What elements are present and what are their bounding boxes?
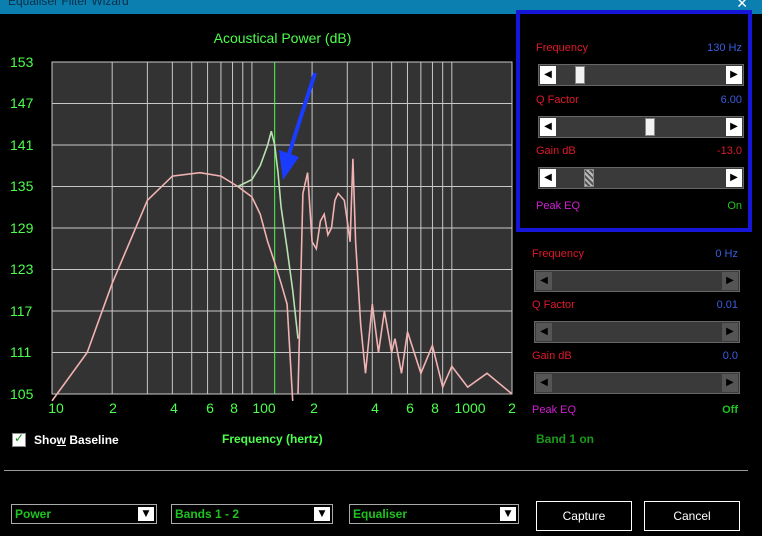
band1-frequency-value: 130 Hz: [707, 42, 742, 54]
band2-q-label: Q Factor: [532, 299, 575, 311]
x-tick: 6: [206, 400, 214, 416]
band1-q-value: 6.00: [720, 94, 742, 106]
x-tick: 8: [431, 400, 439, 416]
band1-frequency-slider[interactable]: ◀ ▶: [538, 64, 744, 86]
arrow-left-icon[interactable]: ◀: [540, 66, 556, 84]
band2-frequency-value: 0 Hz: [715, 248, 738, 260]
band2-gain-label: Gain dB: [532, 350, 572, 362]
filter-select[interactable]: Equaliser ▼: [349, 504, 519, 524]
cancel-button[interactable]: Cancel: [644, 501, 740, 531]
band2-q-value: 0.01: [716, 299, 738, 311]
band2-frequency-row: Frequency 0 Hz: [532, 248, 738, 262]
x-tick: 1000: [454, 400, 486, 416]
slider-thumb[interactable]: [583, 169, 594, 187]
band2-type-row: Peak EQ Off: [532, 404, 738, 418]
band1-gain-slider[interactable]: ◀ ▶: [538, 167, 744, 189]
band1-type-row: Peak EQ On: [536, 200, 742, 214]
band2-gain-value: 0.0: [722, 350, 738, 362]
arrow-right-icon[interactable]: ▶: [726, 66, 742, 84]
chevron-down-icon[interactable]: ▼: [314, 507, 330, 521]
x-tick: 2: [109, 400, 117, 416]
y-tick: 153: [10, 54, 34, 70]
arrow-right-icon[interactable]: ▶: [722, 272, 738, 290]
band1-type-label: Peak EQ: [536, 200, 581, 212]
band2-gain-row: Gain dB 0.0: [532, 350, 738, 364]
x-tick: 2: [508, 400, 516, 416]
y-tick: 141: [10, 137, 34, 153]
band1-frequency-label: Frequency: [536, 42, 588, 54]
divider: [4, 470, 748, 471]
x-axis-label: Frequency (hertz): [222, 432, 323, 446]
slider-thumb[interactable]: [645, 118, 656, 136]
filter-select-value: Equaliser: [353, 507, 408, 521]
window-title: Equaliser Filter Wizard: [8, 0, 129, 8]
x-tick: 10: [48, 400, 64, 416]
band-status: Band 1 on: [536, 432, 595, 446]
checkbox-checked-icon[interactable]: [12, 431, 26, 447]
arrow-right-icon[interactable]: ▶: [722, 323, 738, 341]
chevron-down-icon[interactable]: ▼: [138, 507, 154, 521]
band2-q-row: Q Factor 0.01: [532, 299, 738, 313]
capture-button[interactable]: Capture: [536, 501, 632, 531]
bands-select[interactable]: Bands 1 - 2 ▼: [171, 504, 333, 524]
band2-type-label: Peak EQ: [532, 404, 577, 416]
arrow-left-icon[interactable]: ◀: [536, 323, 552, 341]
band1-gain-label: Gain dB: [536, 145, 576, 157]
band1-q-row: Q Factor 6.00: [536, 94, 742, 108]
band1-frequency-row: Frequency 130 Hz: [536, 42, 742, 56]
band1-state[interactable]: On: [727, 200, 742, 212]
band2-gain-slider[interactable]: ◀ ▶: [534, 372, 740, 394]
chart: Acoustical Power (dB) 153 147 141 135 12…: [0, 14, 520, 446]
y-tick: 111: [10, 344, 32, 360]
x-tick: 2: [310, 400, 318, 416]
band1-q-slider[interactable]: ◀ ▶: [538, 116, 744, 138]
chevron-down-icon[interactable]: ▼: [500, 507, 516, 521]
x-tick: 8: [230, 400, 238, 416]
x-tick: 100: [252, 400, 276, 416]
y-tick: 147: [10, 95, 34, 111]
band2-frequency-slider[interactable]: ◀ ▶: [534, 270, 740, 292]
show-baseline-label: Show Baseline: [34, 433, 119, 447]
arrow-right-icon[interactable]: ▶: [726, 169, 742, 187]
y-tick: 123: [10, 261, 34, 277]
band2-frequency-label: Frequency: [532, 248, 584, 260]
arrow-right-icon[interactable]: ▶: [722, 374, 738, 392]
y-tick: 105: [10, 386, 34, 402]
arrow-left-icon[interactable]: ◀: [536, 272, 552, 290]
band2-q-slider[interactable]: ◀ ▶: [534, 321, 740, 343]
band2-panel: Frequency 0 Hz ◀ ▶ Q Factor 0.01 ◀ ▶ Gai…: [516, 236, 752, 426]
band1-panel: Frequency 130 Hz ◀ ▶ Q Factor 6.00 ◀ ▶ G…: [516, 10, 752, 232]
mode-select-value: Power: [15, 507, 52, 521]
arrow-left-icon[interactable]: ◀: [536, 374, 552, 392]
band1-q-label: Q Factor: [536, 94, 579, 106]
band1-gain-value: -13.0: [716, 145, 742, 157]
arrow-right-icon[interactable]: ▶: [726, 118, 742, 136]
band1-gain-row: Gain dB -13.0: [536, 145, 742, 159]
plot-area: [51, 61, 513, 402]
x-tick: 4: [371, 400, 379, 416]
x-tick: 6: [406, 400, 414, 416]
slider-thumb[interactable]: [575, 66, 586, 84]
y-tick: 117: [10, 303, 33, 319]
x-tick: 4: [170, 400, 178, 416]
y-tick: 129: [10, 220, 34, 236]
bands-select-value: Bands 1 - 2: [175, 507, 240, 521]
arrow-left-icon[interactable]: ◀: [540, 118, 556, 136]
arrow-left-icon[interactable]: ◀: [540, 169, 556, 187]
show-baseline-checkbox[interactable]: Show Baseline: [12, 431, 119, 447]
y-tick: 135: [10, 178, 34, 194]
band2-state[interactable]: Off: [722, 404, 738, 416]
mode-select[interactable]: Power ▼: [11, 504, 157, 524]
